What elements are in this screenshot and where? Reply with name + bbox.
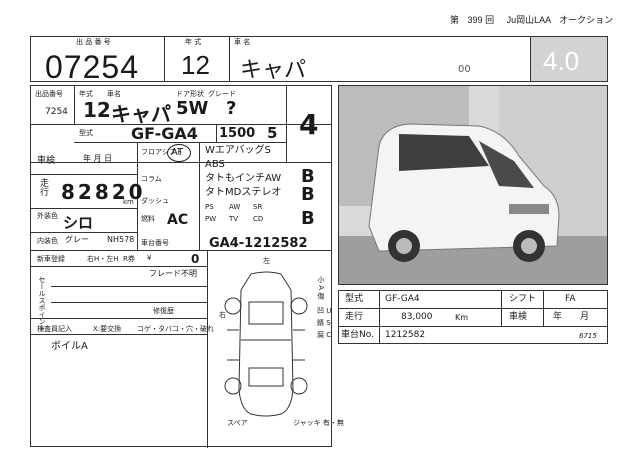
- auction-sheet-form: 出品番号 7254 年式 車名 ドア形状 グレード 12 キャパ 5W ? 4 …: [30, 85, 344, 448]
- inspector-item-2: コゲ・タバコ・穴・破れ: [137, 325, 214, 333]
- inspector-note-hw: ボイルA: [51, 341, 88, 352]
- chassis-label: 車台番号: [141, 239, 169, 247]
- car-diagram: [224, 271, 308, 417]
- colorcode-hw: NH578: [107, 235, 135, 244]
- diagram-front-label: 左: [263, 257, 270, 265]
- shaken-ym: 年 月 日: [83, 154, 113, 163]
- row2-label: 走行: [345, 312, 364, 322]
- equip-line-1: WエアバッグS: [205, 145, 271, 156]
- score-mark-3: B: [301, 208, 315, 229]
- mileage-label: 走行: [38, 178, 48, 196]
- col2-item-dash: ダッシュ: [141, 197, 169, 205]
- diagram-label-2: 凹 U: [317, 307, 332, 315]
- model-label: 車 名: [234, 38, 251, 46]
- row1-label: 型式: [345, 294, 364, 304]
- grade-box: 4.0: [530, 36, 608, 82]
- lot-number-label: 出 品 番 号: [76, 38, 111, 46]
- grade-value: 4.0: [543, 46, 580, 76]
- yen-label: ¥: [147, 254, 152, 262]
- info-table: 型式 GF-GA4 シフト FA 走行 83,000 Km 車検 年 月 車台N…: [338, 290, 608, 344]
- cc-hw: 1500: [219, 126, 256, 141]
- header-session-unit: 回: [485, 15, 495, 25]
- table-stamp: 6715: [579, 332, 597, 340]
- door-hw: 5W: [176, 98, 209, 119]
- row1-value2: FA: [565, 294, 576, 304]
- small-lot-label: 出品番号: [35, 90, 63, 98]
- row3-value: 1212582: [385, 330, 426, 340]
- auction-header: 第 399 回 Ju岡山LAA オークション: [450, 16, 613, 25]
- lot-number-box: 出 品 番 号 07254: [30, 36, 165, 85]
- equip-code-sr: SR: [253, 203, 263, 211]
- equip-line-2: ABS: [205, 159, 225, 170]
- equip-line-4: タトMDステレオ: [205, 187, 282, 198]
- fuel-label: 燃料: [141, 215, 155, 223]
- row3-label: 車台No.: [341, 330, 374, 340]
- col2-item-column: コラム: [141, 175, 162, 183]
- diagram-label-spare: スペア: [227, 419, 248, 427]
- row2-value: 83,000: [401, 312, 433, 322]
- year-hw: 12: [83, 98, 111, 122]
- inspector-item-1: X:要交換: [93, 325, 122, 333]
- car-photo-image: [339, 86, 607, 284]
- equip-code-aw: AW: [229, 203, 241, 211]
- equip-code-ps: PS: [205, 203, 214, 211]
- header-auction: Ju岡山LAA: [506, 15, 551, 25]
- year-label: 年 式: [185, 38, 202, 46]
- row2-value2: 年 月: [553, 312, 590, 322]
- equip-line-3: タトもインチAW: [205, 173, 282, 184]
- diagram-label-1: 小 A 傷: [317, 276, 325, 300]
- small-lot: 7254: [45, 107, 68, 117]
- vehicle-photo: [338, 85, 608, 285]
- row1-label2: シフト: [509, 294, 537, 304]
- year-box: 年 式 12: [164, 36, 230, 82]
- lot-number: 07254: [45, 49, 139, 85]
- r-label: R券: [123, 255, 135, 263]
- header-suffix: オークション: [559, 15, 614, 25]
- grade-hw: ?: [226, 98, 237, 119]
- sales-point-label: セールスポイント: [38, 276, 46, 332]
- new-reg-label: 新車登録: [37, 255, 65, 263]
- shaken-label: 車検: [37, 156, 56, 166]
- score-hw: 4: [299, 108, 319, 141]
- score-mark-2: B: [301, 184, 315, 205]
- model-hw: キャパ: [111, 102, 171, 126]
- diagram-label-jack: ジャッキ 有・無: [293, 419, 344, 427]
- model-extra: 00: [458, 64, 471, 75]
- interior-label: 内装色: [37, 237, 58, 245]
- recycle-hw: 0: [191, 252, 200, 266]
- type-label: 型式: [79, 129, 93, 137]
- row2-unit: Km: [455, 313, 469, 322]
- seats-hw: 5: [267, 124, 278, 142]
- interior-hw: グレー: [65, 235, 89, 244]
- model-box: 車 名 キャパ 00: [229, 36, 531, 82]
- equip-code-tv: TV: [229, 215, 239, 223]
- type-hw: GF-GA4: [131, 124, 198, 143]
- model-name: キャパ: [240, 57, 307, 82]
- equip-code-cd: CD: [253, 215, 264, 223]
- chassis-hw: GA4-1212582: [209, 236, 308, 251]
- aircon-hw: AC: [167, 212, 189, 228]
- row1-value: GF-GA4: [385, 294, 420, 304]
- header-session-no: 399: [467, 15, 483, 25]
- km-label: km: [123, 198, 134, 206]
- row2-label2: 車検: [509, 312, 528, 322]
- diagram-label-3: 錆 S: [317, 319, 331, 327]
- inspector-label: 検査員記入: [37, 325, 72, 333]
- repair-label: 修復歴: [153, 307, 174, 315]
- drive-label: 右H・左H: [87, 255, 119, 263]
- year-value: 12: [181, 50, 210, 80]
- diagram-label-4: 腐 C: [317, 331, 332, 339]
- equip-code-pw: PW: [205, 215, 217, 223]
- header-session: 第: [450, 15, 460, 25]
- note-hw: フレード不明: [149, 269, 197, 278]
- color-label: 外装色: [37, 212, 58, 220]
- color-hw: シロ: [63, 214, 94, 232]
- col2-at: AT: [171, 147, 184, 158]
